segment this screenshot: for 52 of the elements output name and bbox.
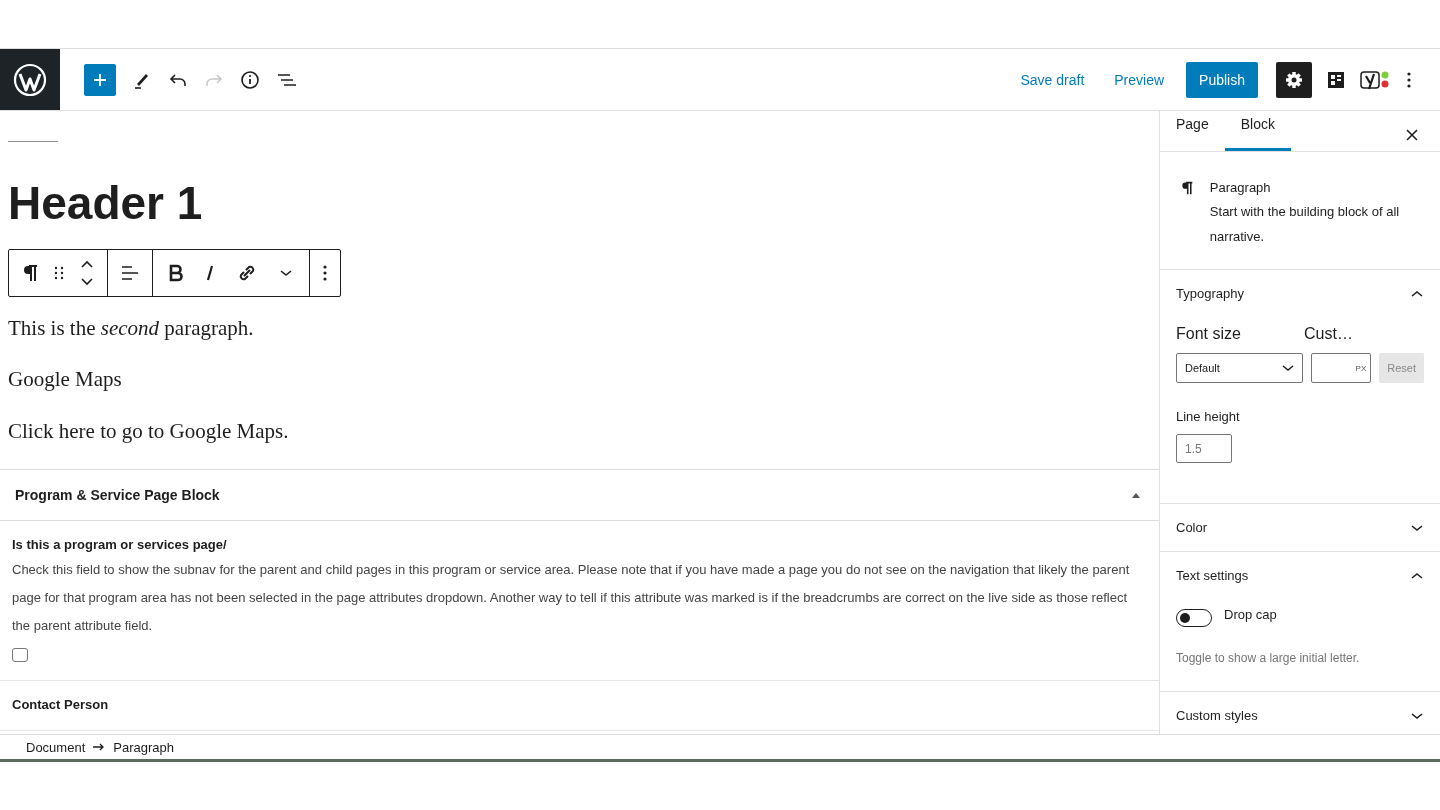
panel-title[interactable]: Custom styles: [1176, 708, 1258, 723]
font-size-select[interactable]: Default: [1176, 353, 1304, 383]
info-icon[interactable]: [240, 69, 260, 90]
add-block-button[interactable]: [84, 63, 116, 96]
gear-icon: [1284, 69, 1304, 90]
paragraph-block[interactable]: Google Maps: [8, 364, 1151, 396]
chevron-icon[interactable]: [1410, 288, 1424, 299]
sidebar-tab[interactable]: Block: [1224, 111, 1291, 151]
chevron-icon[interactable]: [1410, 522, 1424, 533]
block-description: Start with the building block of all narrative.: [1209, 203, 1401, 246]
wordpress-logo[interactable]: [0, 49, 60, 110]
arrow-icon: [93, 743, 106, 751]
panel-title[interactable]: Color: [1176, 520, 1208, 535]
panel-title[interactable]: Typography: [1176, 286, 1244, 301]
bold-icon[interactable]: [169, 263, 183, 282]
page-heading[interactable]: Header 1: [8, 178, 1151, 229]
italic-icon[interactable]: [205, 263, 215, 282]
collapse-toggle-icon[interactable]: [1131, 491, 1141, 500]
breadcrumb-item[interactable]: Paragraph: [113, 739, 174, 755]
pilcrow-icon[interactable]: [21, 262, 39, 283]
chevron-icon[interactable]: [1410, 570, 1424, 581]
field-label: Contact Person: [12, 697, 110, 713]
line-height-field[interactable]: 1.5: [1176, 434, 1232, 463]
line-height-label: Line height: [1176, 409, 1241, 424]
breadcrumb-item[interactable]: Document: [26, 739, 86, 755]
chevron-down-icon[interactable]: [279, 267, 293, 278]
chevron-down-icon: [1282, 364, 1295, 372]
sidebar-tab[interactable]: Page: [1164, 111, 1221, 151]
custom-size-label: Cust…: [1304, 325, 1353, 343]
custom-size-field[interactable]: PX: [1311, 353, 1372, 383]
block-name: Paragraph: [1209, 180, 1272, 195]
settings-button[interactable]: [1276, 61, 1312, 98]
field-label: Is this a program or services page/: [12, 537, 228, 553]
plus-icon: [92, 71, 108, 88]
checkbox[interactable]: [12, 648, 28, 663]
layout-grid-icon[interactable]: [1326, 69, 1346, 90]
paragraph-block[interactable]: Click here to go to Google Maps.: [8, 415, 1151, 448]
separator-line: [8, 141, 58, 142]
close-icon[interactable]: [1406, 129, 1418, 141]
move-up-down-icon[interactable]: [79, 258, 95, 287]
chevron-icon[interactable]: [1410, 710, 1424, 721]
publish-button[interactable]: Publish: [1186, 61, 1258, 98]
toggle-label: Drop cap: [1224, 607, 1277, 622]
preview-link[interactable]: Preview: [1106, 71, 1173, 88]
paragraph-block[interactable]: This is the second paragraph.: [8, 312, 1151, 345]
align-left-icon[interactable]: [120, 263, 140, 282]
font-size-label: Font size: [1176, 325, 1242, 343]
help-text: Toggle to show a large initial letter.: [1176, 651, 1361, 665]
meta-box-title: Program & Service Page Block: [15, 487, 220, 504]
panel-title[interactable]: Text settings: [1176, 568, 1249, 583]
save-draft-link[interactable]: Save draft: [1012, 71, 1093, 88]
field-description: Check this field to show the subnav for the parent and child pages in this program or service area. Please note that if you have made a page you do not see on the navigation that likely the parent page for that program area has not been selected in the page attributes dropdown. Another way to tell if this attribute was marked is if the breadcrumbs are correct on the live side as those reflect the parent attribute field.: [12, 561, 1131, 636]
